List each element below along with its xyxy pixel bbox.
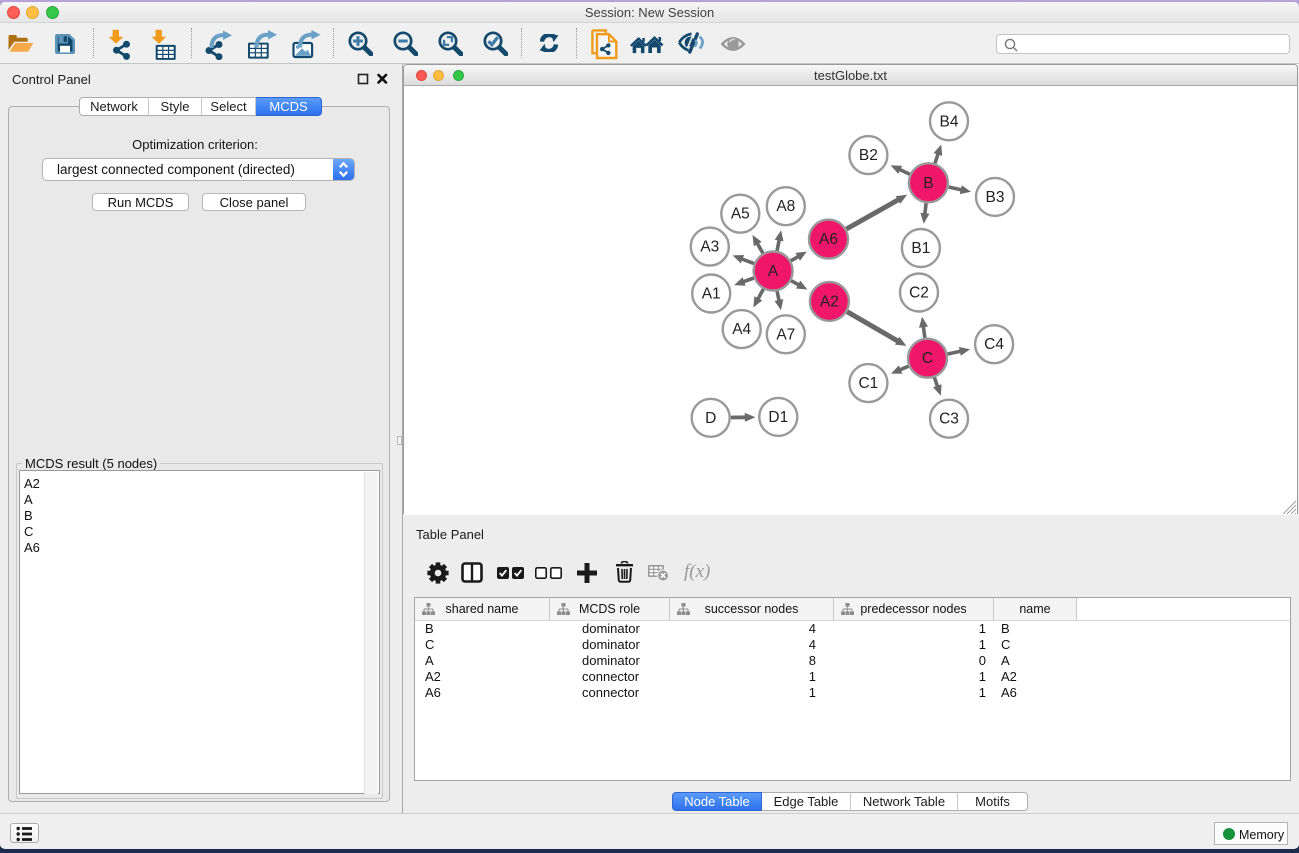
svg-text:C3: C3 xyxy=(939,411,959,428)
svg-text:D1: D1 xyxy=(768,409,788,426)
svg-text:A1: A1 xyxy=(702,286,721,303)
svg-text:C: C xyxy=(922,350,933,367)
svg-text:B: B xyxy=(923,175,933,192)
svg-text:A6: A6 xyxy=(819,231,838,248)
svg-text:D: D xyxy=(705,410,716,427)
svg-text:C4: C4 xyxy=(984,336,1004,353)
svg-text:B1: B1 xyxy=(911,240,930,257)
svg-text:C1: C1 xyxy=(858,375,878,392)
svg-text:A4: A4 xyxy=(732,321,751,338)
svg-text:A: A xyxy=(768,263,779,280)
svg-text:A8: A8 xyxy=(776,198,795,215)
svg-text:C2: C2 xyxy=(909,285,929,302)
svg-text:A3: A3 xyxy=(700,239,719,256)
svg-text:A2: A2 xyxy=(820,293,839,310)
svg-text:B2: B2 xyxy=(859,147,878,164)
svg-text:B4: B4 xyxy=(940,113,959,130)
svg-text:A7: A7 xyxy=(776,326,795,343)
svg-text:A5: A5 xyxy=(731,206,750,223)
svg-text:B3: B3 xyxy=(986,189,1005,206)
